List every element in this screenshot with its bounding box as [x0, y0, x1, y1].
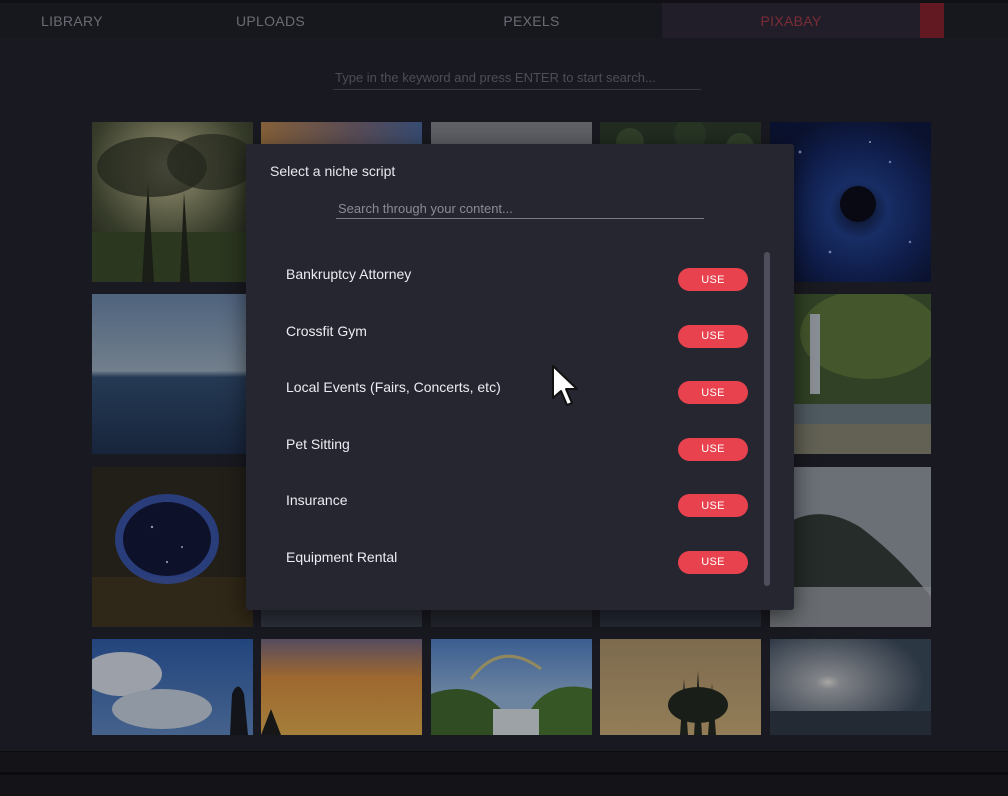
clouds-silhouette-image	[92, 639, 253, 735]
blue-eye-space-image	[770, 122, 931, 282]
list-item-label: Local Events (Fairs, Concerts, etc)	[286, 379, 501, 395]
misty-forest-image	[92, 122, 253, 282]
list-item-label: Bankruptcy Attorney	[286, 266, 412, 282]
use-button[interactable]: USE	[678, 324, 748, 348]
app-page: LIBRARY UPLOADS PEXELS PIXABAY Type in t…	[0, 0, 1008, 796]
ocean-horizon-image	[92, 294, 253, 454]
use-button[interactable]: USE	[678, 268, 748, 291]
modal-title: Select a niche script	[270, 163, 396, 179]
tab-uploads[interactable]: UPLOADS	[140, 3, 401, 38]
keyword-search-input[interactable]	[333, 66, 701, 88]
use-button[interactable]: USE	[678, 437, 748, 461]
list-item-label: Crossfit Gym	[286, 322, 367, 339]
image-tile-orange-sunset[interactable]	[261, 639, 422, 735]
list-item-label: Insurance	[286, 492, 348, 508]
list-item-crossfit-gym: Crossfit Gym USE	[286, 307, 748, 364]
image-tile-cosmic-hole[interactable]	[92, 467, 253, 627]
list-scrollbar[interactable]	[764, 252, 770, 586]
image-tile-ocean[interactable]	[92, 294, 253, 454]
list-item-insurance: Insurance USE	[286, 476, 748, 533]
use-button[interactable]: USE	[678, 494, 748, 517]
cosmic-hole-image	[92, 467, 253, 627]
content-search-input[interactable]	[336, 199, 704, 217]
image-tile-rainbow-waterfall[interactable]	[431, 639, 592, 735]
image-tile-misty-forest[interactable]	[92, 122, 253, 282]
use-button[interactable]: USE	[678, 381, 748, 404]
tab-pexels[interactable]: PEXELS	[401, 3, 662, 38]
sun-over-fog-image	[770, 639, 931, 735]
list-item-label: Pet Sitting	[286, 435, 350, 452]
list-item-bankruptcy-attorney: Bankruptcy Attorney USE	[286, 250, 748, 307]
image-tile-sun-over-fog[interactable]	[770, 639, 931, 735]
niche-script-list: Bankruptcy Attorney USE Crossfit Gym USE…	[286, 250, 748, 589]
image-tile-trees-sunrise[interactable]	[600, 639, 761, 735]
tab-library[interactable]: LIBRARY	[0, 3, 140, 38]
image-tile-blue-eye[interactable]	[770, 122, 931, 282]
scrollbar-thumb[interactable]	[764, 252, 770, 586]
source-tabs: LIBRARY UPLOADS PEXELS PIXABAY	[0, 0, 1008, 38]
image-tile-misty-mountain[interactable]	[770, 467, 931, 627]
keyword-search	[333, 66, 701, 90]
misty-mountain-image	[770, 467, 931, 627]
list-item-local-events: Local Events (Fairs, Concerts, etc) USE	[286, 363, 748, 420]
use-button[interactable]: USE	[678, 550, 748, 574]
list-item-pet-sitting: Pet Sitting USE	[286, 420, 748, 477]
image-tile-clouds-silhouette[interactable]	[92, 639, 253, 735]
image-tile-waterfall-forest[interactable]	[770, 294, 931, 454]
niche-script-modal: Select a niche script Bankruptcy Attorne…	[246, 144, 794, 610]
trees-sunrise-image	[600, 639, 761, 735]
list-item-label: Equipment Rental	[286, 548, 398, 565]
waterfall-forest-image	[770, 294, 931, 454]
orange-sunset-sky-image	[261, 639, 422, 735]
rainbow-waterfall-image	[431, 639, 592, 735]
tab-edge-accent	[920, 3, 944, 38]
tab-pixabay[interactable]: PIXABAY	[662, 3, 920, 38]
content-search	[336, 199, 704, 219]
mouse-pointer-icon	[552, 365, 578, 406]
list-item-equipment-rental: Equipment Rental USE	[286, 533, 748, 590]
bottom-divider	[0, 772, 1008, 775]
